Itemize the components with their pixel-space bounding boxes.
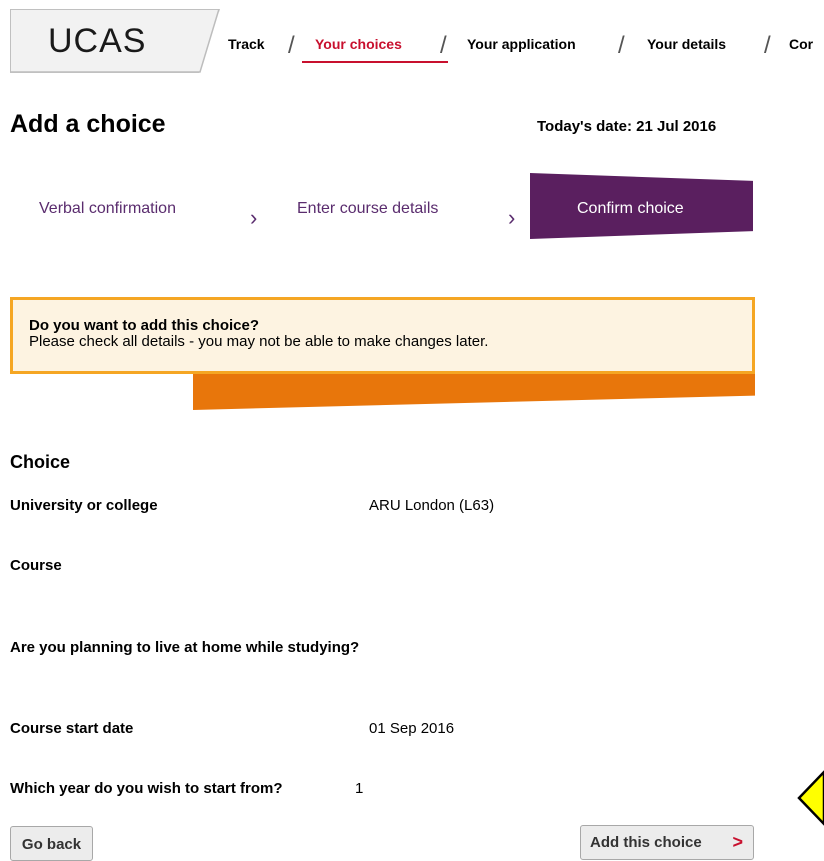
label-live-at-home: Are you planning to live at home while s… — [10, 639, 360, 656]
page-title: Add a choice — [10, 110, 166, 138]
todays-date: Today's date: 21 Jul 2016 — [537, 118, 717, 135]
nav-track[interactable]: Track — [228, 36, 265, 52]
nav-separator: / — [618, 32, 625, 59]
nav-separator: / — [764, 32, 771, 59]
nav-separator: / — [288, 32, 295, 59]
nav-active-underline — [302, 61, 448, 63]
alert-accent-bar — [193, 374, 755, 410]
nav-your-choices[interactable]: Your choices — [315, 36, 402, 52]
label-university: University or college — [10, 497, 158, 514]
label-course-start-date: Course start date — [10, 720, 134, 737]
alert-title: Do you want to add this choice? — [29, 317, 260, 334]
nav-your-details[interactable]: Your details — [647, 36, 726, 52]
value-course-start-date: 01 Sep 2016 — [369, 720, 455, 737]
nav-your-application[interactable]: Your application — [467, 36, 576, 52]
chevron-right-icon: › — [250, 205, 258, 230]
label-start-year: Which year do you wish to start from? — [10, 780, 283, 797]
value-university: ARU London (L63) — [369, 497, 495, 514]
step-confirm-choice-label: Confirm choice — [577, 200, 684, 217]
go-back-label: Go back — [21, 836, 82, 853]
arrow-right-icon: > — [732, 832, 743, 852]
nav-contact[interactable]: Cor — [789, 36, 813, 52]
go-back-button[interactable]: Go back — [10, 826, 93, 861]
value-start-year: 1 — [355, 780, 364, 797]
alert-message: Please check all details - you may not b… — [29, 333, 489, 350]
label-course: Course — [10, 557, 62, 574]
chevron-right-icon: › — [508, 205, 516, 230]
ucas-logo[interactable]: UCAS — [48, 22, 146, 61]
add-choice-label: Add this choice — [590, 834, 702, 851]
help-tab-icon[interactable] — [797, 770, 824, 826]
step-enter-course-details: Enter course details — [297, 200, 439, 217]
choice-heading: Choice — [10, 452, 71, 472]
step-confirm-choice: Confirm choice — [530, 173, 753, 239]
add-choice-button[interactable]: Add this choice > — [580, 825, 754, 860]
confirmation-alert: Do you want to add this choice? Please c… — [10, 297, 755, 374]
nav-separator: / — [440, 32, 447, 59]
step-verbal-confirmation: Verbal confirmation — [39, 200, 176, 217]
